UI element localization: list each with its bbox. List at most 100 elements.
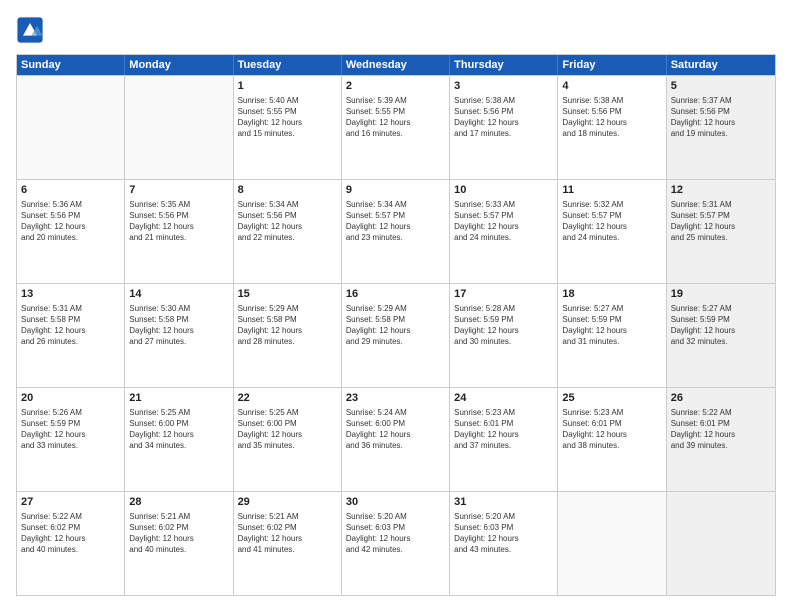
day-cell-22: 22Sunrise: 5:25 AMSunset: 6:00 PMDayligh… [234,388,342,491]
day-cell-17: 17Sunrise: 5:28 AMSunset: 5:59 PMDayligh… [450,284,558,387]
day-info: Sunrise: 5:40 AMSunset: 5:55 PMDaylight:… [238,95,337,140]
day-cell-6: 6Sunrise: 5:36 AMSunset: 5:56 PMDaylight… [17,180,125,283]
day-number: 11 [562,183,661,198]
day-cell-25: 25Sunrise: 5:23 AMSunset: 6:01 PMDayligh… [558,388,666,491]
day-number: 12 [671,183,771,198]
calendar-body: 1Sunrise: 5:40 AMSunset: 5:55 PMDaylight… [17,75,775,595]
day-number: 13 [21,287,120,302]
calendar-header: SundayMondayTuesdayWednesdayThursdayFrid… [17,55,775,75]
day-number: 9 [346,183,445,198]
day-cell-7: 7Sunrise: 5:35 AMSunset: 5:56 PMDaylight… [125,180,233,283]
day-info: Sunrise: 5:37 AMSunset: 5:56 PMDaylight:… [671,95,771,140]
calendar-row-1: 6Sunrise: 5:36 AMSunset: 5:56 PMDaylight… [17,179,775,283]
weekday-header-tuesday: Tuesday [234,55,342,75]
day-number: 16 [346,287,445,302]
weekday-header-saturday: Saturday [667,55,775,75]
day-cell-27: 27Sunrise: 5:22 AMSunset: 6:02 PMDayligh… [17,492,125,595]
day-cell-4: 4Sunrise: 5:38 AMSunset: 5:56 PMDaylight… [558,76,666,179]
day-info: Sunrise: 5:34 AMSunset: 5:57 PMDaylight:… [346,199,445,244]
day-number: 21 [129,391,228,406]
day-cell-10: 10Sunrise: 5:33 AMSunset: 5:57 PMDayligh… [450,180,558,283]
day-cell-13: 13Sunrise: 5:31 AMSunset: 5:58 PMDayligh… [17,284,125,387]
day-number: 8 [238,183,337,198]
weekday-header-sunday: Sunday [17,55,125,75]
day-info: Sunrise: 5:32 AMSunset: 5:57 PMDaylight:… [562,199,661,244]
calendar: SundayMondayTuesdayWednesdayThursdayFrid… [16,54,776,596]
day-info: Sunrise: 5:28 AMSunset: 5:59 PMDaylight:… [454,303,553,348]
day-number: 10 [454,183,553,198]
page: SundayMondayTuesdayWednesdayThursdayFrid… [0,0,792,612]
day-info: Sunrise: 5:35 AMSunset: 5:56 PMDaylight:… [129,199,228,244]
day-info: Sunrise: 5:24 AMSunset: 6:00 PMDaylight:… [346,407,445,452]
day-cell-31: 31Sunrise: 5:20 AMSunset: 6:03 PMDayligh… [450,492,558,595]
day-number: 23 [346,391,445,406]
day-number: 6 [21,183,120,198]
day-number: 15 [238,287,337,302]
day-info: Sunrise: 5:39 AMSunset: 5:55 PMDaylight:… [346,95,445,140]
empty-cell [17,76,125,179]
logo-icon [16,16,44,44]
day-cell-11: 11Sunrise: 5:32 AMSunset: 5:57 PMDayligh… [558,180,666,283]
day-number: 22 [238,391,337,406]
day-number: 26 [671,391,771,406]
day-cell-28: 28Sunrise: 5:21 AMSunset: 6:02 PMDayligh… [125,492,233,595]
day-cell-5: 5Sunrise: 5:37 AMSunset: 5:56 PMDaylight… [667,76,775,179]
day-info: Sunrise: 5:31 AMSunset: 5:58 PMDaylight:… [21,303,120,348]
day-number: 27 [21,495,120,510]
day-number: 20 [21,391,120,406]
day-info: Sunrise: 5:29 AMSunset: 5:58 PMDaylight:… [346,303,445,348]
day-number: 5 [671,79,771,94]
empty-cell [667,492,775,595]
day-number: 18 [562,287,661,302]
day-cell-19: 19Sunrise: 5:27 AMSunset: 5:59 PMDayligh… [667,284,775,387]
day-cell-2: 2Sunrise: 5:39 AMSunset: 5:55 PMDaylight… [342,76,450,179]
day-cell-9: 9Sunrise: 5:34 AMSunset: 5:57 PMDaylight… [342,180,450,283]
day-number: 17 [454,287,553,302]
day-number: 31 [454,495,553,510]
weekday-header-monday: Monday [125,55,233,75]
day-info: Sunrise: 5:27 AMSunset: 5:59 PMDaylight:… [562,303,661,348]
day-info: Sunrise: 5:34 AMSunset: 5:56 PMDaylight:… [238,199,337,244]
empty-cell [125,76,233,179]
weekday-header-thursday: Thursday [450,55,558,75]
day-number: 29 [238,495,337,510]
day-info: Sunrise: 5:21 AMSunset: 6:02 PMDaylight:… [238,511,337,556]
day-info: Sunrise: 5:21 AMSunset: 6:02 PMDaylight:… [129,511,228,556]
day-cell-23: 23Sunrise: 5:24 AMSunset: 6:00 PMDayligh… [342,388,450,491]
day-info: Sunrise: 5:38 AMSunset: 5:56 PMDaylight:… [454,95,553,140]
day-number: 14 [129,287,228,302]
day-number: 28 [129,495,228,510]
calendar-row-3: 20Sunrise: 5:26 AMSunset: 5:59 PMDayligh… [17,387,775,491]
day-info: Sunrise: 5:27 AMSunset: 5:59 PMDaylight:… [671,303,771,348]
day-cell-12: 12Sunrise: 5:31 AMSunset: 5:57 PMDayligh… [667,180,775,283]
header [16,16,776,44]
day-number: 19 [671,287,771,302]
day-cell-14: 14Sunrise: 5:30 AMSunset: 5:58 PMDayligh… [125,284,233,387]
day-cell-3: 3Sunrise: 5:38 AMSunset: 5:56 PMDaylight… [450,76,558,179]
day-cell-26: 26Sunrise: 5:22 AMSunset: 6:01 PMDayligh… [667,388,775,491]
day-cell-8: 8Sunrise: 5:34 AMSunset: 5:56 PMDaylight… [234,180,342,283]
day-info: Sunrise: 5:23 AMSunset: 6:01 PMDaylight:… [562,407,661,452]
day-info: Sunrise: 5:31 AMSunset: 5:57 PMDaylight:… [671,199,771,244]
day-info: Sunrise: 5:38 AMSunset: 5:56 PMDaylight:… [562,95,661,140]
weekday-header-friday: Friday [558,55,666,75]
day-number: 7 [129,183,228,198]
calendar-row-0: 1Sunrise: 5:40 AMSunset: 5:55 PMDaylight… [17,75,775,179]
calendar-row-4: 27Sunrise: 5:22 AMSunset: 6:02 PMDayligh… [17,491,775,595]
day-info: Sunrise: 5:20 AMSunset: 6:03 PMDaylight:… [346,511,445,556]
day-number: 2 [346,79,445,94]
day-info: Sunrise: 5:23 AMSunset: 6:01 PMDaylight:… [454,407,553,452]
day-cell-16: 16Sunrise: 5:29 AMSunset: 5:58 PMDayligh… [342,284,450,387]
day-info: Sunrise: 5:25 AMSunset: 6:00 PMDaylight:… [238,407,337,452]
day-info: Sunrise: 5:33 AMSunset: 5:57 PMDaylight:… [454,199,553,244]
calendar-row-2: 13Sunrise: 5:31 AMSunset: 5:58 PMDayligh… [17,283,775,387]
day-info: Sunrise: 5:30 AMSunset: 5:58 PMDaylight:… [129,303,228,348]
day-cell-1: 1Sunrise: 5:40 AMSunset: 5:55 PMDaylight… [234,76,342,179]
day-number: 4 [562,79,661,94]
day-info: Sunrise: 5:22 AMSunset: 6:01 PMDaylight:… [671,407,771,452]
day-info: Sunrise: 5:20 AMSunset: 6:03 PMDaylight:… [454,511,553,556]
day-info: Sunrise: 5:26 AMSunset: 5:59 PMDaylight:… [21,407,120,452]
day-number: 25 [562,391,661,406]
logo [16,16,48,44]
empty-cell [558,492,666,595]
